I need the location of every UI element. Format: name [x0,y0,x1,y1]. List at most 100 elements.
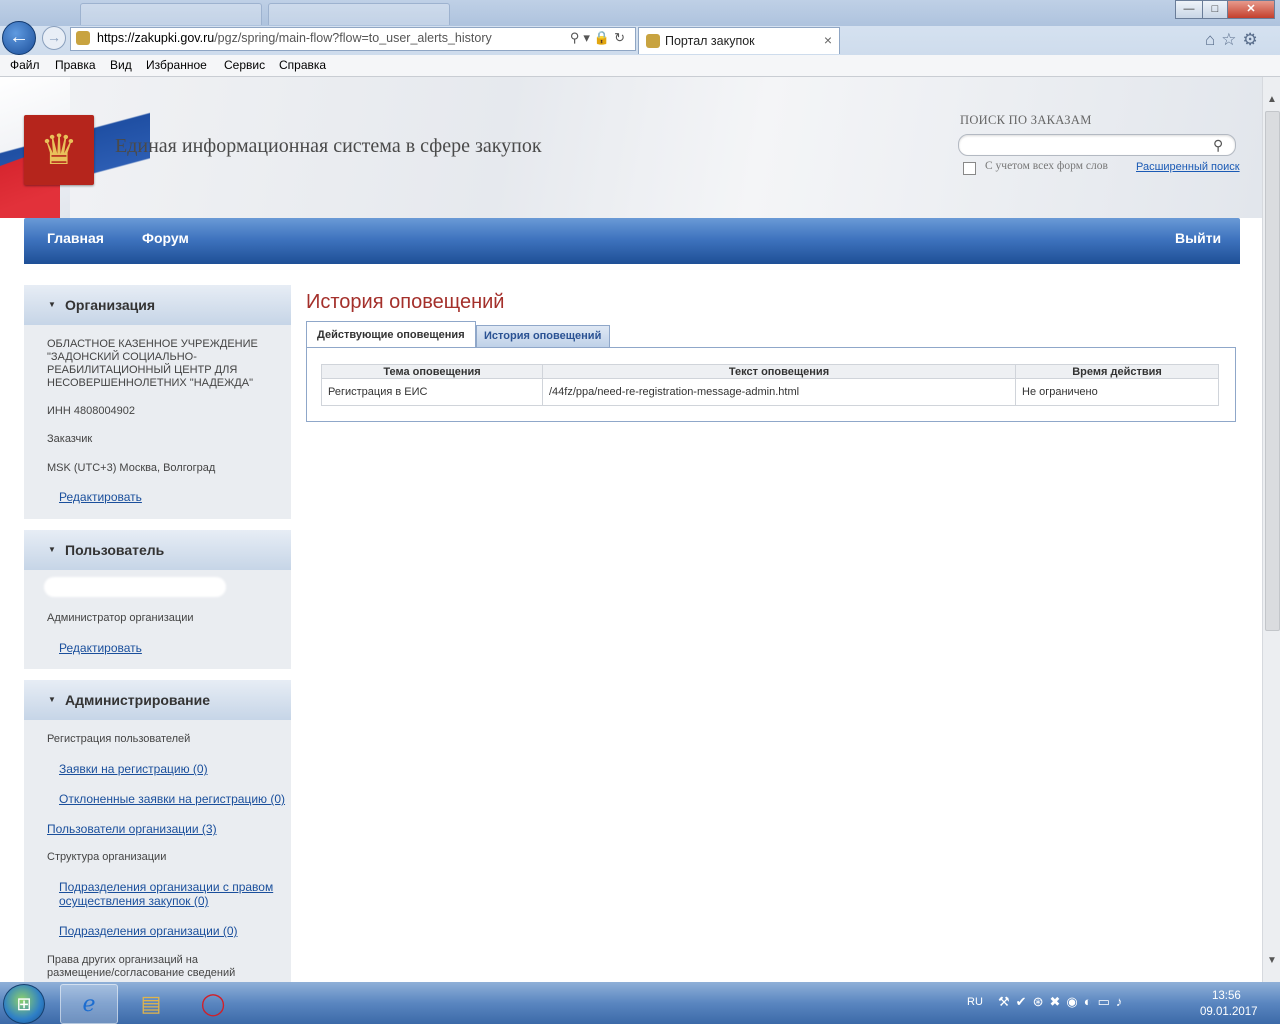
minimize-button[interactable]: — [1175,0,1203,19]
purchase-divisions-link[interactable]: Подразделения организации с правом осуще… [59,880,284,908]
column-header: Время действия [1015,364,1219,379]
arrow-right-icon: → [47,29,61,45]
organization-name: ОБЛАСТНОЕ КАЗЕННОЕ УЧРЕЖДЕНИЕ "ЗАДОНСКИЙ… [47,338,258,389]
scrollbar-thumb[interactable] [1265,111,1280,631]
page-title: История оповещений [306,291,505,313]
organization-panel-header[interactable]: ▼ Организация [24,285,291,325]
site-banner: ♛ Единая информационная система в сфере … [0,77,1262,218]
internet-explorer-icon: ℯ [82,991,96,1016]
taskbar-ie-button[interactable]: ℯ [60,984,118,1024]
close-window-button[interactable]: ✕ [1227,0,1275,19]
scroll-up-icon[interactable]: ▲ [1264,91,1280,108]
address-bar[interactable]: https://zakupki.gov.ru/pgz/spring/main-f… [70,27,636,51]
tab-active-alerts[interactable]: Действующие оповещения [306,321,476,348]
tray-app-icon[interactable]: ◐ [1084,994,1098,1009]
column-header: Тема оповещения [321,364,543,379]
vertical-scrollbar[interactable]: ▲ ▼ [1262,77,1280,982]
background-tab[interactable] [80,3,262,25]
gear-icon[interactable]: ⚙ [1243,30,1264,49]
site-favicon-icon [76,31,90,45]
collapse-arrow-icon: ▼ [48,300,56,309]
page-viewport: ♛ Единая информационная система в сфере … [0,77,1262,982]
start-button[interactable]: ⊞ [3,984,45,1024]
language-indicator[interactable]: RU [967,996,983,1008]
user-registration-heading: Регистрация пользователей [47,733,191,745]
windows-logo-icon: ⊞ [16,994,32,1014]
active-tab[interactable]: Портал закупок × [638,27,840,54]
alerts-table: Тема оповещения Текст оповещения Время д… [321,364,1219,406]
logout-link[interactable]: Выйти [1175,230,1221,246]
forward-button[interactable]: → [42,26,66,50]
collapse-arrow-icon: ▼ [48,545,56,554]
folder-icon: ▤ [140,991,162,1016]
menu-tools[interactable]: Сервис [224,58,265,72]
refresh-icon[interactable]: ↻ [614,30,629,45]
tab-strip: — □ ✕ [0,0,1280,26]
tray-monitor-icon[interactable]: ▭ [1098,994,1116,1009]
tray-app-icon[interactable]: ◉ [1066,994,1083,1009]
advanced-search-link[interactable]: Расширенный поиск [1136,161,1240,173]
organization-users-link[interactable]: Пользователи организации (3) [47,822,217,836]
alert-text-cell: /44fz/ppa/need-re-registration-message-a… [542,378,1016,406]
tab-label: История оповещений [484,330,602,342]
user-panel-header[interactable]: ▼ Пользователь [24,530,291,570]
tray-app-icon[interactable]: ✖ [1049,994,1066,1009]
menu-favorites[interactable]: Избранное [146,58,207,72]
clock-time[interactable]: 13:56 [1212,990,1241,1002]
tab-close-icon[interactable]: × [824,32,832,48]
arrow-left-icon: ← [9,26,29,48]
word-forms-checkbox[interactable] [963,162,976,175]
alert-topic-cell: Регистрация в ЕИС [321,378,543,406]
lock-icon[interactable]: 🔒 [594,30,614,45]
tray-network-icon[interactable]: ⊛ [1033,994,1050,1009]
administration-panel-header[interactable]: ▼ Администрирование [24,680,291,720]
home-icon[interactable]: ⌂ [1205,30,1221,49]
search-icon[interactable]: ⚲ [1213,137,1223,154]
nav-forum[interactable]: Форум [142,230,189,246]
star-icon[interactable]: ☆ [1221,30,1242,49]
table-header-row: Тема оповещения Текст оповещения Время д… [321,364,1219,379]
menu-edit[interactable]: Правка [55,58,96,72]
organization-inn: ИНН 4808004902 [47,405,136,417]
taskbar-explorer-button[interactable]: ▤ [122,984,180,1024]
dropdown-icon[interactable]: ▾ [583,30,594,45]
administration-panel: ▼ Администрирование Регистрация пользова… [24,680,291,982]
alert-duration-cell: Не ограничено [1015,378,1219,406]
divisions-link[interactable]: Подразделения организации (0) [59,924,238,938]
maximize-button[interactable]: □ [1202,0,1228,19]
taskbar-opera-button[interactable]: ◯ [184,984,242,1024]
column-header: Текст оповещения [542,364,1016,379]
address-bar-actions: ⚲▾🔒↻ [570,30,629,46]
scroll-down-icon[interactable]: ▼ [1264,952,1280,969]
alerts-tab-content: Тема оповещения Текст оповещения Время д… [306,347,1236,422]
panel-title: Пользователь [65,542,165,558]
main-navigation: Главная Форум Выйти [24,218,1240,264]
address-url[interactable]: https://zakupki.gov.ru/pgz/spring/main-f… [97,31,492,45]
back-button[interactable]: ← [2,21,36,55]
search-input[interactable] [958,134,1236,156]
table-row[interactable]: Регистрация в ЕИС /44fz/ppa/need-re-regi… [321,378,1219,406]
menu-view[interactable]: Вид [110,58,132,72]
tab-favicon-icon [646,34,660,48]
coat-of-arms-icon[interactable]: ♛ [24,115,94,185]
rejected-requests-link[interactable]: Отклоненные заявки на регистрацию (0) [59,792,285,806]
edit-user-link[interactable]: Редактировать [59,641,142,655]
menu-help[interactable]: Справка [279,58,326,72]
clock-date[interactable]: 09.01.2017 [1200,1006,1258,1018]
nav-home[interactable]: Главная [47,230,104,246]
background-tab[interactable] [268,3,450,25]
edit-organization-link[interactable]: Редактировать [59,490,142,504]
browser-chrome: — □ ✕ ← → https://zakupki.gov.ru/pgz/spr… [0,0,1280,77]
tab-alerts-history[interactable]: История оповещений [476,325,610,347]
url-path: /pgz/spring/main-flow?flow=to_user_alert… [214,31,492,45]
registration-requests-link[interactable]: Заявки на регистрацию (0) [59,762,208,776]
panel-title: Организация [65,297,156,313]
tray-security-icon[interactable]: ✔ [1016,994,1033,1009]
search-label: ПОИСК ПО ЗАКАЗАМ [960,113,1092,127]
search-icon[interactable]: ⚲ [570,30,584,45]
browser-toolbar-icons: ⌂☆⚙ [1205,30,1264,50]
speaker-icon[interactable]: ♪ [1116,994,1129,1009]
tray-app-icon[interactable]: ⚒ [998,994,1016,1009]
site-title: Единая информационная система в сфере за… [115,135,542,157]
menu-file[interactable]: Файл [10,58,40,72]
